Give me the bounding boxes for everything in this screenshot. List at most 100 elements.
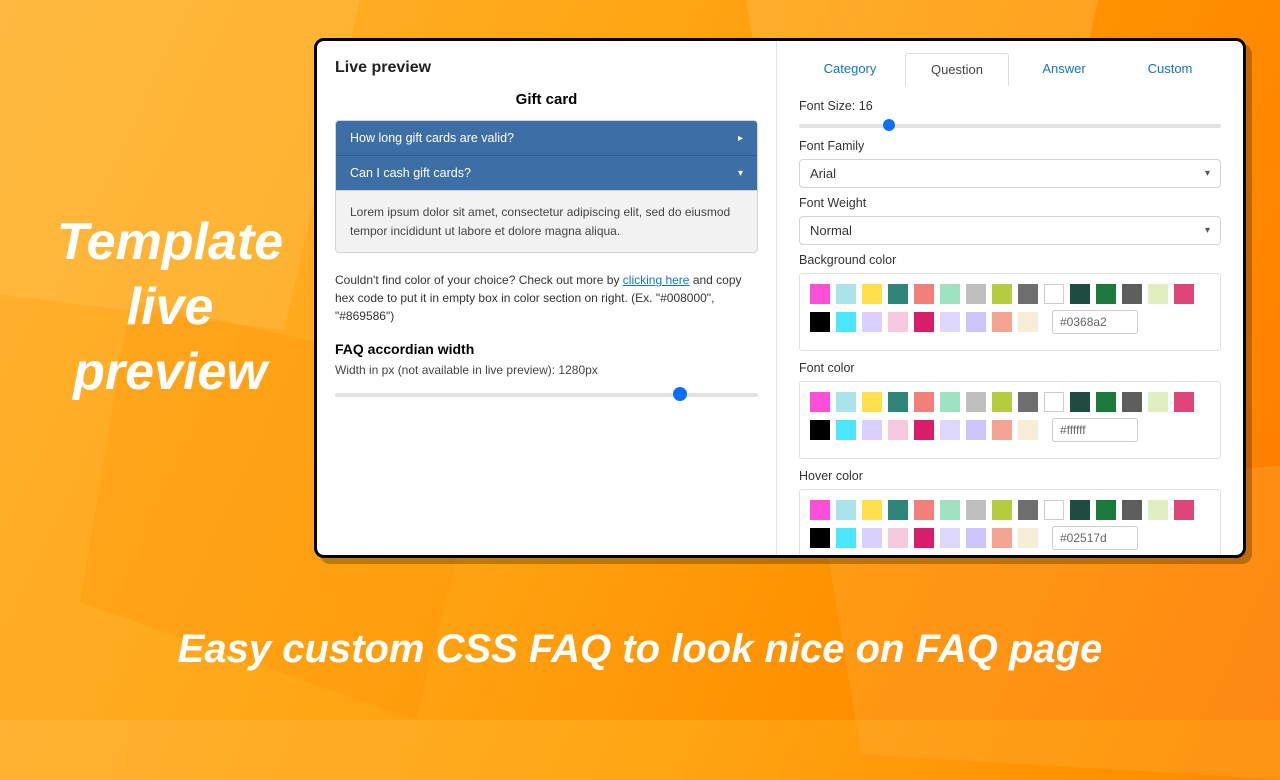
font-family-label: Font Family: [799, 139, 1221, 153]
color-swatch[interactable]: [1018, 312, 1038, 332]
color-swatch[interactable]: [1044, 284, 1064, 304]
preview-title: Live preview: [335, 59, 758, 77]
color-swatch[interactable]: [1096, 392, 1116, 412]
faq-accordion: How long gift cards are valid? ▸ Can I c…: [335, 120, 758, 253]
color-swatch[interactable]: [810, 420, 830, 440]
color-swatch[interactable]: [940, 392, 960, 412]
color-swatch[interactable]: [914, 312, 934, 332]
font-weight-select[interactable]: Normal ▾: [799, 216, 1221, 245]
color-swatch[interactable]: [966, 500, 986, 520]
accordion-width-slider[interactable]: [335, 387, 758, 401]
color-swatch[interactable]: [1122, 392, 1142, 412]
color-swatch[interactable]: [992, 420, 1012, 440]
color-swatch[interactable]: [1122, 284, 1142, 304]
color-swatch[interactable]: [862, 500, 882, 520]
color-swatch[interactable]: [836, 284, 856, 304]
tab-category[interactable]: Category: [799, 53, 901, 87]
color-swatch[interactable]: [1148, 392, 1168, 412]
font-weight-label: Font Weight: [799, 196, 1221, 210]
color-swatch[interactable]: [1174, 500, 1194, 520]
color-swatch[interactable]: [888, 392, 908, 412]
color-swatch[interactable]: [940, 420, 960, 440]
faq-item[interactable]: How long gift cards are valid? ▸: [336, 121, 757, 155]
color-swatch[interactable]: [888, 284, 908, 304]
color-swatch[interactable]: [992, 284, 1012, 304]
hex-input[interactable]: [1052, 310, 1138, 334]
background-color-palette: [799, 273, 1221, 351]
color-swatch[interactable]: [966, 392, 986, 412]
color-swatch[interactable]: [1044, 392, 1064, 412]
hex-input[interactable]: [1052, 418, 1138, 442]
color-help-link[interactable]: clicking here: [623, 273, 690, 287]
color-swatch[interactable]: [1122, 500, 1142, 520]
font-family-select[interactable]: Arial ▾: [799, 159, 1221, 188]
color-swatch[interactable]: [862, 420, 882, 440]
color-swatch[interactable]: [940, 312, 960, 332]
color-swatch[interactable]: [992, 392, 1012, 412]
chevron-down-icon: ▾: [738, 168, 743, 179]
faq-item[interactable]: Can I cash gift cards? ▾: [336, 155, 757, 190]
tab-answer[interactable]: Answer: [1013, 53, 1115, 87]
color-swatch[interactable]: [810, 284, 830, 304]
color-swatch[interactable]: [992, 528, 1012, 548]
color-swatch[interactable]: [836, 392, 856, 412]
chevron-down-icon: ▾: [1205, 168, 1210, 179]
color-swatch[interactable]: [940, 284, 960, 304]
font-size-slider[interactable]: [799, 119, 1221, 131]
color-swatch[interactable]: [1148, 284, 1168, 304]
color-swatch[interactable]: [1096, 500, 1116, 520]
color-swatch[interactable]: [1096, 284, 1116, 304]
color-swatch[interactable]: [914, 284, 934, 304]
color-swatch[interactable]: [966, 528, 986, 548]
hex-input[interactable]: [1052, 526, 1138, 550]
color-swatch[interactable]: [810, 392, 830, 412]
color-swatch[interactable]: [836, 528, 856, 548]
color-swatch[interactable]: [914, 420, 934, 440]
color-swatch[interactable]: [1018, 528, 1038, 548]
color-swatch[interactable]: [888, 312, 908, 332]
color-swatch[interactable]: [966, 312, 986, 332]
color-swatch[interactable]: [862, 312, 882, 332]
color-swatch[interactable]: [1070, 392, 1090, 412]
color-swatch[interactable]: [1174, 392, 1194, 412]
faq-answer-body: Lorem ipsum dolor sit amet, consectetur …: [336, 190, 757, 252]
color-swatch[interactable]: [1018, 420, 1038, 440]
color-swatch[interactable]: [810, 528, 830, 548]
tab-custom[interactable]: Custom: [1119, 53, 1221, 87]
color-swatch[interactable]: [940, 528, 960, 548]
color-swatch[interactable]: [888, 420, 908, 440]
hero-subheadline: Easy custom CSS FAQ to look nice on FAQ …: [0, 627, 1280, 672]
color-swatch[interactable]: [836, 420, 856, 440]
settings-pane: CategoryQuestionAnswerCustom Font Size: …: [777, 41, 1243, 555]
color-swatch[interactable]: [1070, 500, 1090, 520]
color-swatch[interactable]: [1018, 392, 1038, 412]
color-swatch[interactable]: [1148, 500, 1168, 520]
color-swatch[interactable]: [966, 284, 986, 304]
color-swatch[interactable]: [862, 528, 882, 548]
color-swatch[interactable]: [940, 500, 960, 520]
color-swatch[interactable]: [888, 500, 908, 520]
color-swatch[interactable]: [1044, 500, 1064, 520]
color-swatch[interactable]: [836, 312, 856, 332]
color-swatch[interactable]: [810, 500, 830, 520]
color-swatch[interactable]: [1018, 284, 1038, 304]
color-swatch[interactable]: [1174, 284, 1194, 304]
color-swatch[interactable]: [992, 312, 1012, 332]
color-swatch[interactable]: [914, 392, 934, 412]
color-swatch[interactable]: [862, 284, 882, 304]
color-swatch[interactable]: [992, 500, 1012, 520]
color-swatch[interactable]: [914, 528, 934, 548]
color-swatch[interactable]: [914, 500, 934, 520]
hover-color-palette: [799, 489, 1221, 555]
color-swatch[interactable]: [1070, 284, 1090, 304]
color-swatch[interactable]: [862, 392, 882, 412]
color-swatch[interactable]: [836, 500, 856, 520]
color-swatch[interactable]: [1018, 500, 1038, 520]
color-swatch[interactable]: [966, 420, 986, 440]
accordion-width-heading: FAQ accordian width: [335, 341, 758, 357]
tab-question[interactable]: Question: [905, 53, 1009, 87]
color-swatch[interactable]: [888, 528, 908, 548]
faq-question-text: Can I cash gift cards?: [350, 166, 471, 180]
color-swatch[interactable]: [810, 312, 830, 332]
chevron-right-icon: ▸: [738, 133, 743, 144]
